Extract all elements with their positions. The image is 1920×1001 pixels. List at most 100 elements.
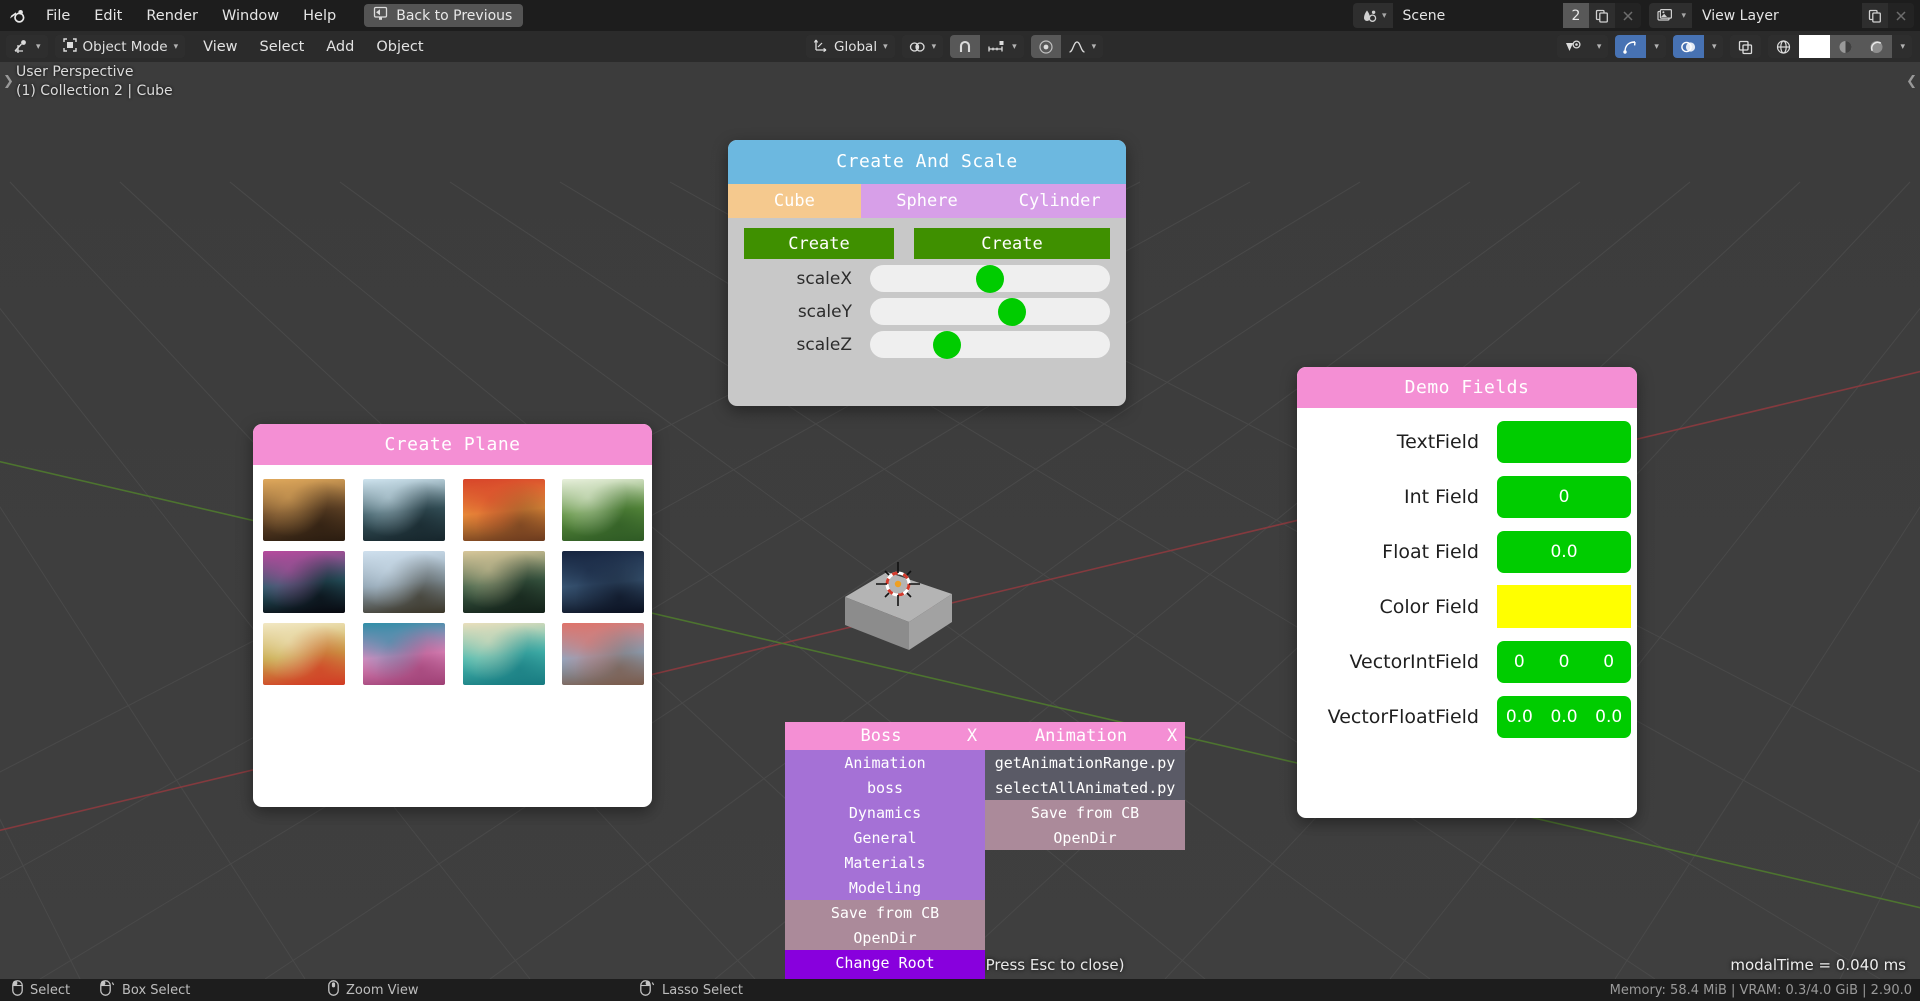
transform-orientation-button[interactable]: Global ▾ xyxy=(806,35,895,58)
view-layer-name[interactable]: View Layer xyxy=(1692,3,1862,28)
shading-solid-icon[interactable] xyxy=(1799,35,1831,58)
shading-dropdown[interactable]: ▾ xyxy=(1892,35,1912,58)
demo-fields-panel[interactable]: Demo Fields TextField Int Field 0 Float … xyxy=(1297,367,1637,818)
back-to-previous-button[interactable]: Back to Previous xyxy=(364,4,524,27)
animation-file-getanimationrange-py[interactable]: getAnimationRange.py xyxy=(985,750,1185,775)
thumbnail-starry-night-boat[interactable] xyxy=(562,551,645,613)
viewport-menu-add[interactable]: Add xyxy=(315,35,365,58)
text-field-input[interactable] xyxy=(1497,420,1631,463)
falloff-smooth-icon[interactable]: ▾ xyxy=(1060,35,1104,58)
pivot-point-icon[interactable]: ▾ xyxy=(901,35,944,58)
animation-action-opendir[interactable]: OpenDir xyxy=(985,825,1185,850)
viewport-menu-object[interactable]: Object xyxy=(365,35,434,58)
slider-knob-scalez[interactable] xyxy=(932,330,961,359)
tab-cube[interactable]: Cube xyxy=(728,184,861,218)
create-button-right[interactable]: Create xyxy=(914,228,1110,259)
scene-user-count[interactable]: 2 xyxy=(1562,3,1590,28)
gizmo-dropdown[interactable]: ▾ xyxy=(1646,35,1666,58)
scene-close-icon[interactable] xyxy=(1615,3,1642,28)
boss-action-opendir[interactable]: OpenDir xyxy=(785,925,985,950)
view-layer-duplicate-icon[interactable] xyxy=(1862,3,1888,28)
vector-float-field-input[interactable]: 0.0 0.0 0.0 xyxy=(1497,695,1631,738)
overlays-group[interactable]: ▾ xyxy=(1672,35,1724,58)
thumbnail-green-pine-forest[interactable] xyxy=(562,479,645,541)
object-type-visibility-icon[interactable] xyxy=(1556,35,1589,58)
object-mode-button[interactable]: Object Mode ▾ xyxy=(54,35,186,58)
thumbnail-autumn-forest-path[interactable] xyxy=(462,479,545,541)
view-layer-icon[interactable]: ▾ xyxy=(1649,3,1692,28)
slider-knob-scalex[interactable] xyxy=(976,264,1004,293)
proportional-editing-group[interactable]: ▾ xyxy=(1030,35,1104,58)
tab-sphere[interactable]: Sphere xyxy=(860,184,994,218)
boss-category-boss[interactable]: boss xyxy=(785,775,985,800)
thumbnail-milky-way-stargazer[interactable] xyxy=(263,551,345,613)
viewport-menu-select[interactable]: Select xyxy=(249,35,316,58)
menu-render[interactable]: Render xyxy=(134,0,210,31)
vector-float-y[interactable]: 0.0 xyxy=(1542,696,1587,738)
thumbnail-golden-misty-hills[interactable] xyxy=(263,479,345,541)
shading-mode-group[interactable]: ▾ xyxy=(1768,35,1912,58)
thumbnail-pink-rose-closeup[interactable] xyxy=(362,623,445,685)
toggle-xray-group[interactable] xyxy=(1730,35,1762,58)
thumbnail-poppy-field-sunset[interactable] xyxy=(263,623,345,685)
boss-category-modeling[interactable]: Modeling xyxy=(785,875,985,900)
editor-type-selector[interactable]: ▾ xyxy=(6,35,48,58)
overlays-icon[interactable] xyxy=(1672,35,1704,58)
color-field-swatch[interactable] xyxy=(1497,585,1631,628)
pivot-point-selector[interactable]: ▾ xyxy=(901,35,944,58)
vector-int-field-input[interactable]: 0 0 0 xyxy=(1497,640,1631,683)
create-and-scale-panel[interactable]: Create And Scale Cube Sphere Cylinder Cr… xyxy=(728,140,1126,406)
vector-int-y[interactable]: 0 xyxy=(1542,641,1587,683)
overlays-dropdown[interactable]: ▾ xyxy=(1703,35,1724,58)
scene-name[interactable]: Scene xyxy=(1392,3,1563,28)
thumbnail-mountain-lake-reflection[interactable] xyxy=(462,551,545,613)
boss-root-change-root[interactable]: Change Root xyxy=(785,950,985,975)
int-field-input[interactable]: 0 xyxy=(1497,475,1631,518)
shading-rendered-icon[interactable] xyxy=(1861,35,1893,58)
scene-icon[interactable]: ▾ xyxy=(1353,3,1393,28)
snapping-group[interactable]: ▾ xyxy=(950,35,1024,58)
thumbnail-elephant-in-forest[interactable] xyxy=(362,479,445,541)
float-field-input[interactable]: 0.0 xyxy=(1497,530,1631,573)
menu-edit[interactable]: Edit xyxy=(82,0,134,31)
animation-menu-close-button[interactable]: X xyxy=(1159,726,1185,746)
vector-int-z[interactable]: 0 xyxy=(1586,641,1631,683)
view-layer-selector[interactable]: ▾ View Layer xyxy=(1649,3,1914,28)
boss-category-materials[interactable]: Materials xyxy=(785,850,985,875)
snap-increment-icon[interactable]: ▾ xyxy=(980,35,1024,58)
menu-window[interactable]: Window xyxy=(210,0,291,31)
viewport-menu-view[interactable]: View xyxy=(192,35,248,58)
boss-menu-panel[interactable]: Boss X Animation boss Dynamics General Mater… xyxy=(785,722,985,979)
gizmo-group[interactable]: ▾ xyxy=(1615,35,1666,58)
scene-selector[interactable]: ▾ Scene 2 xyxy=(1353,3,1642,28)
animation-file-selectallanimated-py[interactable]: selectAllAnimated.py xyxy=(985,775,1185,800)
thumbnail-turquoise-beach-aerial[interactable] xyxy=(462,623,545,685)
slider-track-scalez[interactable] xyxy=(870,330,1110,359)
vector-float-z[interactable]: 0.0 xyxy=(1586,696,1631,738)
shading-material-icon[interactable] xyxy=(1830,35,1862,58)
boss-category-general[interactable]: General xyxy=(785,825,985,850)
gizmo-icon[interactable] xyxy=(1615,35,1647,58)
shading-wireframe-icon[interactable] xyxy=(1768,35,1800,58)
slider-knob-scaley[interactable] xyxy=(997,297,1026,326)
scene-duplicate-icon[interactable] xyxy=(1589,3,1616,28)
menu-help[interactable]: Help xyxy=(291,0,348,31)
editor-type-3dview-icon[interactable]: ▾ xyxy=(6,35,48,58)
vector-int-x[interactable]: 0 xyxy=(1497,641,1542,683)
mode-selector[interactable]: Object Mode ▾ xyxy=(54,35,186,58)
boss-category-dynamics[interactable]: Dynamics xyxy=(785,800,985,825)
transform-orientation-selector[interactable]: Global ▾ xyxy=(806,35,895,58)
thumbnail-colorful-pebbles[interactable] xyxy=(562,623,645,685)
snap-magnet-icon[interactable] xyxy=(950,35,981,58)
boss-action-save-from-cb[interactable]: Save from CB xyxy=(785,900,985,925)
boss-category-animation[interactable]: Animation xyxy=(785,750,985,775)
viewport-sidebar-collapse-icon[interactable]: ❮ xyxy=(1906,74,1917,89)
object-type-visibility-group[interactable]: ▾ xyxy=(1556,35,1609,58)
menu-file[interactable]: File xyxy=(34,0,82,31)
object-type-visibility-dropdown[interactable]: ▾ xyxy=(1588,35,1609,58)
blender-logo-icon[interactable] xyxy=(0,0,34,31)
create-button-left[interactable]: Create xyxy=(744,228,894,259)
toggle-xray-icon[interactable] xyxy=(1730,35,1762,58)
view-layer-close-icon[interactable] xyxy=(1888,3,1914,28)
thumbnail-cloud-sea-sunrise[interactable] xyxy=(362,551,445,613)
